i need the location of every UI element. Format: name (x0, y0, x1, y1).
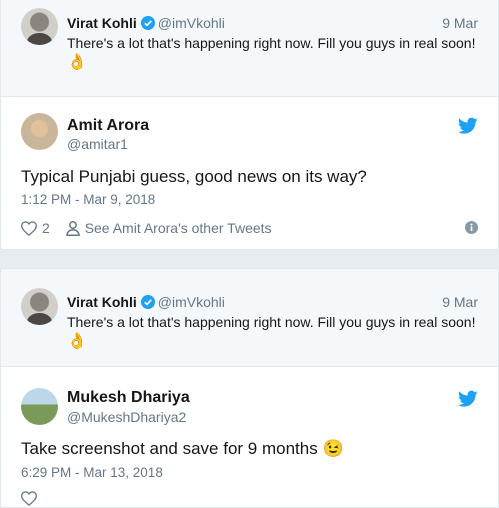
tweet-text: Take screenshot and save for 9 months 😉 (21, 439, 344, 458)
tweet-text: There's a lot that's happening right now… (67, 314, 476, 330)
person-icon (65, 220, 80, 236)
author-name[interactable]: Virat Kohli (67, 15, 137, 31)
ok-hand-emoji: 👌 (67, 333, 87, 350)
avatar[interactable] (21, 113, 58, 150)
verified-icon (140, 295, 155, 312)
quoted-tweet-header: Virat Kohli @imVkohli 9 Mar (67, 15, 478, 33)
avatar[interactable] (21, 288, 58, 325)
heart-icon (21, 220, 37, 236)
author-handle[interactable]: @amitar1 (67, 136, 128, 152)
tweet-text: Typical Punjabi guess, good news on its … (21, 167, 367, 186)
see-other-tweets-label: See Amit Arora's other Tweets (84, 220, 272, 236)
like-button[interactable] (21, 491, 37, 506)
info-icon[interactable] (465, 221, 478, 237)
avatar[interactable] (21, 8, 58, 45)
twitter-bird-icon[interactable] (457, 390, 478, 408)
verified-icon (140, 16, 155, 33)
ok-hand-emoji: 👌 (67, 54, 87, 71)
quoted-tweet[interactable]: Virat Kohli @imVkohli 9 Mar There's a lot… (1, 269, 498, 367)
embedded-tweet-card: Virat Kohli @imVkohli 9 Mar There's a lot… (0, 0, 499, 250)
like-count: 2 (42, 220, 50, 236)
avatar[interactable] (21, 388, 58, 425)
see-other-tweets-link[interactable]: See Amit Arora's other Tweets (65, 220, 272, 236)
tweet-timestamp[interactable]: 6:29 PM - Mar 13, 2018 (21, 465, 163, 480)
quoted-tweet[interactable]: Virat Kohli @imVkohli 9 Mar There's a lot… (1, 0, 498, 97)
heart-icon (21, 491, 37, 506)
author-handle[interactable]: @imVkohli (158, 15, 225, 31)
tweet-text: There's a lot that's happening right now… (67, 35, 476, 51)
author-name[interactable]: Amit Arora (67, 117, 149, 135)
twitter-bird-icon[interactable] (457, 117, 478, 135)
author-name[interactable]: Virat Kohli (67, 294, 137, 310)
embedded-tweet-card: Virat Kohli @imVkohli 9 Mar There's a lot… (0, 268, 499, 508)
tweet-date[interactable]: 9 Mar (442, 15, 478, 31)
tweet-actions: 2 See Amit Arora's other Tweets (21, 220, 478, 239)
quoted-tweet-text: There's a lot that's happening right now… (67, 33, 488, 73)
tweet-date[interactable]: 9 Mar (442, 294, 478, 310)
quoted-tweet-text: There's a lot that's happening right now… (67, 312, 488, 352)
like-button[interactable]: 2 (21, 220, 50, 236)
author-handle[interactable]: @MukeshDhariya2 (67, 409, 186, 425)
quoted-tweet-header: Virat Kohli @imVkohli 9 Mar (67, 294, 478, 312)
author-name[interactable]: Mukesh Dhariya (67, 389, 190, 407)
author-handle[interactable]: @imVkohli (158, 294, 225, 310)
tweet-timestamp[interactable]: 1:12 PM - Mar 9, 2018 (21, 192, 155, 207)
